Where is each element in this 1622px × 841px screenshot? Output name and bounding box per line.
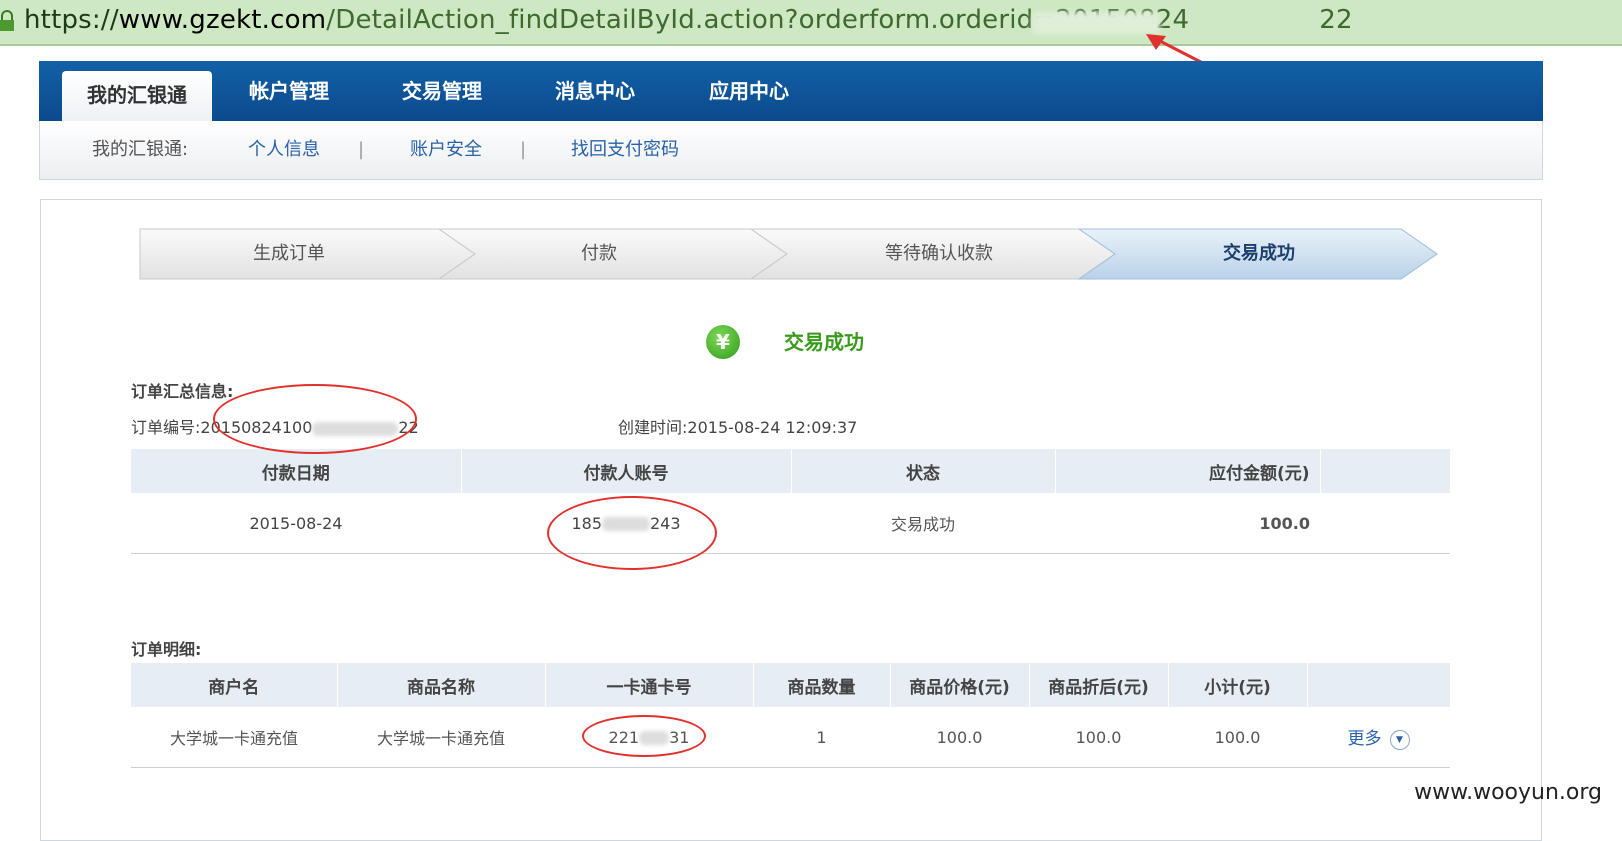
col-header-payer-account: 付款人账号 bbox=[461, 449, 792, 493]
nav-tab-apps[interactable]: 应用中心 bbox=[689, 61, 809, 121]
table-row: 大学城一卡通充值 大学城一卡通充值 221 31 1 100.0 100.0 10… bbox=[131, 707, 1450, 768]
card-number-suffix: 31 bbox=[669, 727, 690, 747]
order-number-suffix: 22 bbox=[398, 418, 419, 437]
table-header-row: 付款日期 付款人账号 状态 应付金额(元) bbox=[131, 449, 1451, 493]
more-link[interactable]: 更多 bbox=[1348, 729, 1382, 749]
url-scheme: https:// bbox=[24, 5, 119, 35]
sub-nav-separator: | bbox=[520, 139, 527, 160]
order-number-label: 订单编号: bbox=[131, 418, 201, 437]
nav-tab-messages[interactable]: 消息中心 bbox=[535, 61, 655, 121]
sub-nav-item-profile[interactable]: 个人信息 bbox=[248, 121, 320, 179]
order-number: 订单编号:20150824100 22 bbox=[131, 414, 419, 438]
payer-account-suffix: 243 bbox=[650, 513, 681, 533]
col-header-card-number: 一卡通卡号 bbox=[545, 663, 754, 707]
url-path-suffix: 22 bbox=[1319, 5, 1353, 35]
quantity: 1 bbox=[753, 707, 890, 768]
table-header-row: 商户名 商品名称 一卡通卡号 商品数量 商品价格(元) 商品折后(元) 小计(元… bbox=[131, 663, 1451, 707]
table-row: 2015-08-24 185 243 交易成功 100.0 bbox=[131, 493, 1450, 554]
watermark-text: www.wooyun.org bbox=[1414, 780, 1602, 805]
redaction-blur bbox=[602, 517, 650, 531]
step-pay: 付款 bbox=[581, 243, 617, 264]
col-header-discounted: 商品折后(元) bbox=[1029, 663, 1169, 707]
address-bar[interactable]: https://www.gzekt.com/DetailAction_findD… bbox=[0, 0, 1622, 46]
created-time-value: 2015-08-24 12:09:37 bbox=[687, 418, 858, 437]
redaction-blur bbox=[639, 731, 670, 745]
col-header-subtotal: 小计(元) bbox=[1168, 663, 1308, 707]
subtotal: 100.0 bbox=[1168, 707, 1307, 768]
order-number-prefix: 20150824100 bbox=[200, 418, 313, 437]
main-nav: 我的汇银通 帐户管理 交易管理 消息中心 应用中心 bbox=[39, 61, 1543, 121]
created-time: 创建时间:2015-08-24 12:09:37 bbox=[618, 414, 857, 438]
sub-nav-item-security[interactable]: 账户安全 bbox=[410, 121, 482, 179]
created-time-label: 创建时间: bbox=[618, 418, 688, 437]
col-header-product: 商品名称 bbox=[337, 663, 546, 707]
col-header-empty bbox=[1307, 663, 1451, 707]
detail-table: 商户名 商品名称 一卡通卡号 商品数量 商品价格(元) 商品折后(元) 小计(元… bbox=[131, 663, 1451, 768]
yuan-success-icon: ¥ bbox=[706, 325, 740, 359]
col-header-price: 商品价格(元) bbox=[890, 663, 1030, 707]
product-name: 大学城一卡通充值 bbox=[337, 707, 545, 768]
sub-nav-label: 我的汇银通: bbox=[92, 139, 189, 160]
sub-nav: 我的汇银通: 个人信息 | 账户安全 | 找回支付密码 bbox=[39, 121, 1543, 180]
step-success: 交易成功 bbox=[1223, 243, 1295, 264]
redaction-blur bbox=[312, 421, 399, 436]
price: 100.0 bbox=[890, 707, 1029, 768]
nav-tab-account[interactable]: 帐户管理 bbox=[229, 61, 349, 121]
summary-heading: 订单汇总信息: bbox=[131, 382, 234, 401]
progress-steps: 生成订单 付款 等待确认收款 交易成功 bbox=[139, 228, 1439, 280]
merchant-name: 大学城一卡通充值 bbox=[131, 707, 337, 768]
payer-account-prefix: 185 bbox=[571, 513, 602, 533]
empty-cell bbox=[1320, 493, 1450, 554]
success-message: 交易成功 bbox=[784, 330, 864, 354]
nav-tab-trade[interactable]: 交易管理 bbox=[382, 61, 502, 121]
more-cell: 更多 ▼ bbox=[1307, 707, 1450, 768]
col-header-merchant: 商户名 bbox=[131, 663, 338, 707]
payer-account: 185 243 bbox=[461, 493, 791, 554]
col-header-empty bbox=[1320, 449, 1451, 493]
lock-icon bbox=[0, 10, 14, 31]
col-header-quantity: 商品数量 bbox=[753, 663, 891, 707]
card-number: 221 31 bbox=[545, 707, 753, 768]
nav-tab-home[interactable]: 我的汇银通 bbox=[62, 71, 212, 121]
sub-nav-item-reset-password[interactable]: 找回支付密码 bbox=[571, 121, 679, 179]
discounted-price: 100.0 bbox=[1029, 707, 1168, 768]
step-create-order: 生成订单 bbox=[253, 243, 325, 264]
card-number-prefix: 221 bbox=[608, 727, 640, 747]
col-header-status: 状态 bbox=[791, 449, 1056, 493]
pay-date: 2015-08-24 bbox=[131, 493, 461, 554]
order-status: 交易成功 bbox=[791, 493, 1055, 554]
col-header-pay-date: 付款日期 bbox=[131, 449, 462, 493]
chevron-down-icon[interactable]: ▼ bbox=[1389, 729, 1410, 750]
step-await-confirm: 等待确认收款 bbox=[885, 243, 993, 264]
summary-table: 付款日期 付款人账号 状态 应付金额(元) 2015-08-24 185 243 … bbox=[131, 449, 1451, 554]
sub-nav-separator: | bbox=[358, 139, 365, 160]
col-header-amount: 应付金额(元) bbox=[1055, 449, 1321, 493]
detail-heading: 订单明细: bbox=[131, 640, 202, 659]
amount-due: 100.0 bbox=[1055, 493, 1320, 554]
url-host: www.gzekt.com bbox=[118, 5, 327, 35]
